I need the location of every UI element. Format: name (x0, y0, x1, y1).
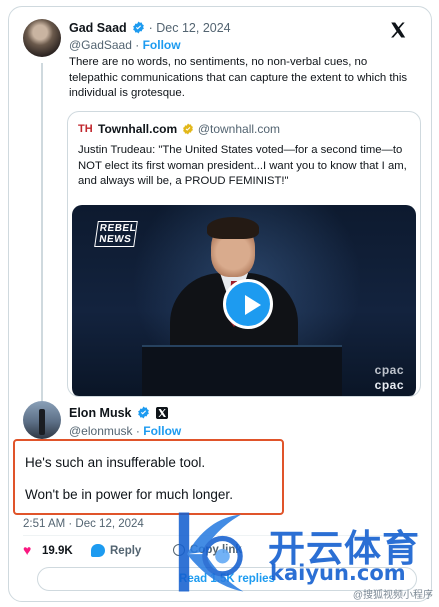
follow-button[interactable]: Follow (143, 38, 181, 52)
podium (142, 345, 342, 396)
kaiyun-logo-icon (178, 512, 244, 592)
x-affiliate-badge-icon (156, 407, 169, 419)
like-count: 19.9K (42, 544, 73, 557)
tweet1-header: Gad Saad · Dec 12, 2024 (69, 21, 231, 35)
thread-line (41, 63, 43, 401)
reply-button[interactable]: Reply (91, 544, 141, 557)
video-player[interactable]: REBEL NEWS cpac cpac (72, 205, 416, 396)
speaker-hair (207, 217, 259, 239)
quoted-tweet[interactable]: TH Townhall.com @townhall.com Justin Tru… (67, 111, 421, 397)
elon-musk-avatar[interactable] (23, 401, 61, 439)
tweet1-handle-row: @GadSaad · Follow (69, 38, 181, 52)
x-logo-icon[interactable] (389, 21, 407, 39)
tweet2-handle-row: @elonmusk · Follow (69, 424, 181, 438)
gold-verified-badge-icon (183, 123, 194, 135)
quote-text: Justin Trudeau: "The United States voted… (78, 144, 407, 187)
verified-badge-icon (138, 406, 149, 419)
cpac-watermark: cpac (374, 363, 404, 377)
follow-button[interactable]: Follow (143, 424, 181, 438)
townhall-logo: TH (78, 123, 93, 135)
like-button[interactable]: ♥ 19.9K (23, 542, 73, 558)
cpac-watermark-2: cpac (374, 378, 404, 392)
tweet2-text-line1: He's such an insufferable tool. (25, 455, 206, 470)
author-name[interactable]: Elon Musk (69, 406, 132, 420)
quote-author-name[interactable]: Townhall.com (98, 122, 177, 136)
quote-header: Townhall.com @townhall.com (98, 122, 280, 136)
quote-author-handle[interactable]: @townhall.com (198, 122, 280, 136)
heart-icon: ♥ (23, 542, 32, 558)
separator: · (135, 424, 140, 438)
author-name[interactable]: Gad Saad (69, 21, 127, 35)
tweet2-header: Elon Musk (69, 406, 169, 420)
verified-badge-icon (133, 21, 145, 34)
tweet1-text: There are no words, no sentiments, no no… (69, 56, 408, 99)
separator: · (135, 38, 140, 52)
tweet2-timestamp[interactable]: 2:51 AM · Dec 12, 2024 (23, 518, 144, 530)
gad-saad-avatar[interactable] (23, 19, 61, 57)
tweet-date[interactable]: · Dec 12, 2024 (149, 21, 231, 35)
author-handle[interactable]: @elonmusk (69, 424, 133, 438)
source-watermark: @搜狐视频小程序 (352, 590, 433, 601)
reply-icon (91, 544, 105, 557)
author-handle[interactable]: @GadSaad (69, 38, 132, 52)
play-icon[interactable] (223, 279, 273, 329)
reply-label: Reply (110, 544, 142, 557)
rebel-news-logo: REBEL NEWS (94, 221, 138, 247)
kaiyun-url: kaiyun.com (270, 561, 406, 585)
